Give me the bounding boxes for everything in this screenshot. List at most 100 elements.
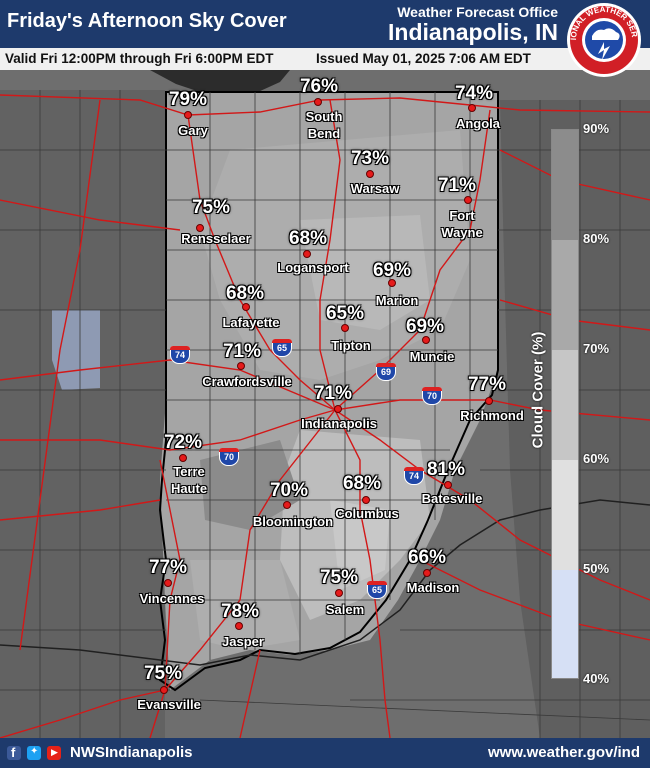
sky-cover-value: 70% [269,480,309,501]
legend-tick: 80% [583,231,610,246]
office-block: Weather Forecast Office Indianapolis, IN [388,4,558,46]
interstate-shield: 70 [219,448,239,466]
website-link[interactable]: www.weather.gov/ind [488,744,640,761]
twitter-icon[interactable]: ✦ [27,746,41,760]
sky-cover-value: 75% [319,567,359,588]
sky-cover-value: 75% [191,197,231,218]
interstate-shield: 65 [367,581,387,599]
youtube-icon[interactable]: ▶ [47,746,61,760]
city-label: Gary [178,123,208,138]
city-marker [303,250,311,258]
city-label: Richmond [460,408,524,423]
sky-cover-value: 75% [143,663,183,684]
sky-cover-value: 68% [342,473,382,494]
city-marker [341,324,349,332]
city-label: Tipton [331,338,371,353]
interstate-shield: 74 [404,467,424,485]
interstate-shield: 70 [422,387,442,405]
nws-seal-logo: NATIONAL WEATHER SERVICE [566,2,641,77]
legend-band [552,240,578,350]
facebook-icon[interactable]: f [7,745,21,760]
office-label: Weather Forecast Office [397,4,558,20]
map-title: Friday's Afternoon Sky Cover [7,10,287,32]
city-label: Evansville [137,697,201,712]
header-banner: Friday's Afternoon Sky Cover Weather For… [0,0,650,48]
office-name: Indianapolis, IN [388,19,558,45]
city-marker [464,196,472,204]
legend-color-bar [551,129,579,679]
city-marker [444,481,452,489]
city-marker [160,686,168,694]
city-marker [184,111,192,119]
city-marker [283,501,291,509]
social-handle[interactable]: NWSIndianapolis [70,744,193,761]
legend-band [552,460,578,570]
sky-cover-value: 71% [437,175,477,196]
city-label: Marion [375,293,419,308]
sky-cover-value: 71% [313,383,353,404]
valid-time: Valid Fri 12:00PM through Fri 6:00PM EDT [5,51,274,66]
sky-cover-value: 77% [467,374,507,395]
sky-cover-value: 79% [168,89,208,110]
legend-title: Cloud Cover (%) [529,331,547,449]
city-label: Batesville [421,491,483,506]
city-label: Crawfordsville [202,374,292,389]
sky-cover-value: 66% [407,547,447,568]
city-label: Vincennes [139,591,205,606]
sky-cover-value: 76% [299,76,339,97]
city-marker [314,98,322,106]
sky-cover-value: 69% [405,316,445,337]
city-label: Fort Wayne [441,208,483,240]
city-label: Jasper [222,634,264,649]
city-label: Bloomington [252,514,334,529]
city-marker [423,569,431,577]
city-label: Salem [325,602,365,617]
city-label: South Bend [305,109,343,141]
sky-cover-value: 68% [288,228,328,249]
city-marker [237,362,245,370]
city-marker [235,622,243,630]
city-label: Terre Haute [170,464,208,496]
city-marker [362,496,370,504]
sky-cover-value: 72% [163,432,203,453]
city-label: Madison [406,580,460,595]
legend-band [552,350,578,460]
sky-cover-value: 65% [325,303,365,324]
city-marker [485,397,493,405]
city-label: Rensselaer [181,231,251,246]
sky-cover-value: 71% [222,341,262,362]
legend-tick: 40% [583,671,610,686]
legend-tick: 70% [583,341,610,356]
city-label: Columbus [335,506,399,521]
footer-bar: f ✦ ▶ NWSIndianapolis www.weather.gov/in… [0,738,650,768]
sky-cover-value: 68% [225,283,265,304]
city-marker [366,170,374,178]
interstate-shield: 74 [170,346,190,364]
legend-band [552,570,578,678]
city-label: Warsaw [350,181,400,196]
interstate-shield: 65 [272,339,292,357]
sky-cover-value: 77% [148,557,188,578]
valid-time-bar: Valid Fri 12:00PM through Fri 6:00PM EDT… [0,48,650,70]
city-marker [164,579,172,587]
interstate-shield: 69 [376,363,396,381]
sky-cover-value: 74% [454,83,494,104]
city-marker [179,454,187,462]
sky-cover-value: 78% [220,601,260,622]
legend-tick: 60% [583,451,610,466]
city-marker [334,405,342,413]
city-label: Indianapolis [301,416,377,431]
legend-band [552,130,578,240]
legend-tick: 90% [583,121,610,136]
city-label: Angola [455,116,501,131]
city-label: Lafayette [222,315,280,330]
legend-tick: 50% [583,561,610,576]
city-marker [335,589,343,597]
sky-cover-value: 73% [350,148,390,169]
issued-time: Issued May 01, 2025 7:06 AM EDT [316,51,531,66]
sky-cover-value: 81% [426,459,466,480]
city-label: Muncie [409,349,455,364]
city-label: Logansport [277,260,349,275]
sky-cover-value: 69% [372,260,412,281]
city-marker [468,104,476,112]
